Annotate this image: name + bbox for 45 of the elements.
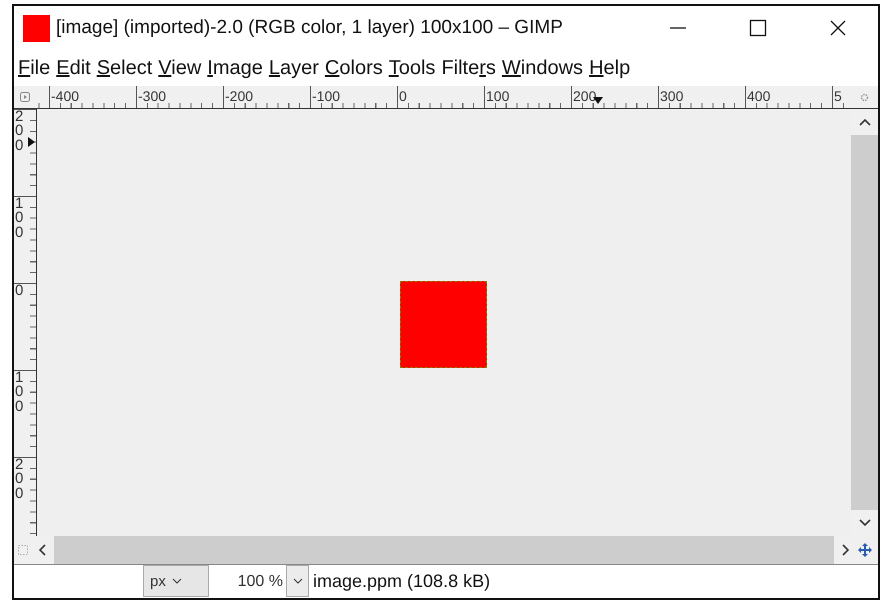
navigate-icon[interactable] [858, 543, 872, 557]
window-title: [image] (imported)-2.0 (RGB color, 1 layer) 100x100 – GIMP [56, 17, 563, 39]
ruler-label: -200 [223, 86, 310, 108]
scroll-up-icon[interactable] [858, 118, 870, 126]
ruler-label: -100 [310, 86, 397, 108]
menu-item[interactable]: Image [205, 56, 267, 80]
menu-item[interactable]: Filters [439, 56, 500, 80]
menu-item[interactable]: File [16, 56, 54, 80]
menu-item[interactable]: Colors [322, 56, 387, 80]
ruler-label: 100 [15, 197, 24, 240]
chevron-down-icon [172, 578, 182, 584]
scroll-right-icon[interactable] [842, 544, 850, 556]
ruler-label: 200 [15, 458, 24, 501]
minimize-icon [670, 27, 686, 29]
menu-item[interactable]: Select [94, 56, 156, 80]
scroll-left-icon[interactable] [38, 544, 46, 556]
ruler-label: 5 [832, 86, 851, 108]
ruler-label: 0 [15, 284, 24, 298]
image-thumbnail-icon [23, 14, 50, 42]
chevron-down-icon [292, 578, 302, 584]
zoom-toggle-icon[interactable] [859, 92, 870, 102]
menu-item[interactable]: Edit [54, 56, 95, 80]
ruler-label: 100 [484, 86, 571, 108]
ruler-label: 400 [745, 86, 832, 108]
grip-icon [18, 545, 28, 555]
ruler-label: 100 [15, 371, 24, 414]
menu-item[interactable]: Layer [266, 56, 323, 80]
maximize-icon [749, 19, 767, 37]
menu-item[interactable]: Tools [386, 56, 440, 80]
ruler-label: -400 [49, 86, 136, 108]
ruler-label: 0 [397, 86, 484, 108]
ruler-label: -300 [136, 86, 223, 108]
pointer-marker-icon [28, 137, 35, 147]
menu-item[interactable]: Help [587, 56, 634, 80]
ruler-label: 300 [658, 86, 745, 108]
zoom-dropdown-button[interactable] [286, 565, 309, 597]
scroll-down-icon[interactable] [858, 519, 870, 527]
menu-item[interactable]: Windows [500, 56, 588, 80]
close-icon [829, 19, 847, 37]
ruler-label: 200 [15, 110, 24, 153]
unit-dropdown[interactable]: px [143, 565, 209, 597]
file-info-text: image.ppm (108.8 kB) [313, 570, 490, 592]
menu-item[interactable]: View [156, 56, 206, 80]
horizontal-scrollbar[interactable] [54, 536, 834, 564]
quick-mask-icon[interactable] [20, 92, 30, 102]
